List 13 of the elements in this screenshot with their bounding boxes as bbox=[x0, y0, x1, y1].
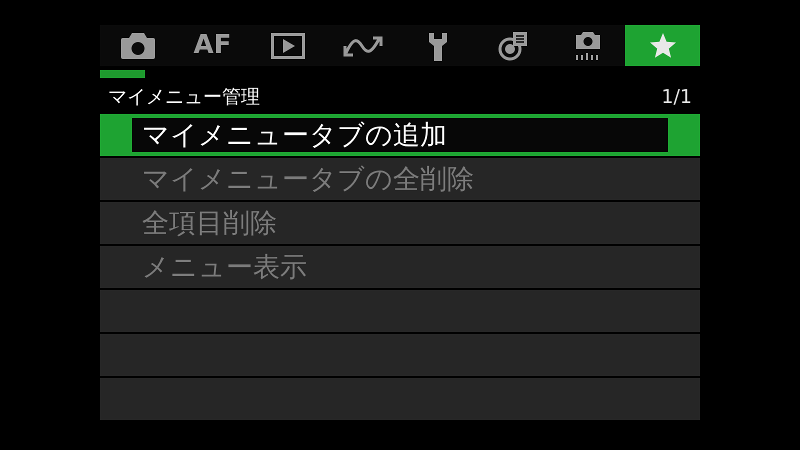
wave-arrow-icon bbox=[342, 34, 382, 58]
play-icon bbox=[270, 32, 304, 58]
menu-tab[interactable]: AF bbox=[175, 25, 250, 66]
page-indicator bbox=[100, 70, 145, 78]
pie-chart-icon bbox=[498, 30, 528, 60]
menu-item[interactable]: マイメニュータブの追加 bbox=[100, 114, 700, 156]
menu-tab[interactable] bbox=[100, 25, 175, 66]
page-number: 1/1 bbox=[661, 84, 692, 110]
star-icon bbox=[648, 30, 678, 60]
menu-title: マイメニュー管理 bbox=[108, 84, 260, 110]
wrench-icon bbox=[426, 30, 448, 60]
camera-icon bbox=[120, 32, 154, 58]
menu-tab[interactable] bbox=[550, 25, 625, 66]
